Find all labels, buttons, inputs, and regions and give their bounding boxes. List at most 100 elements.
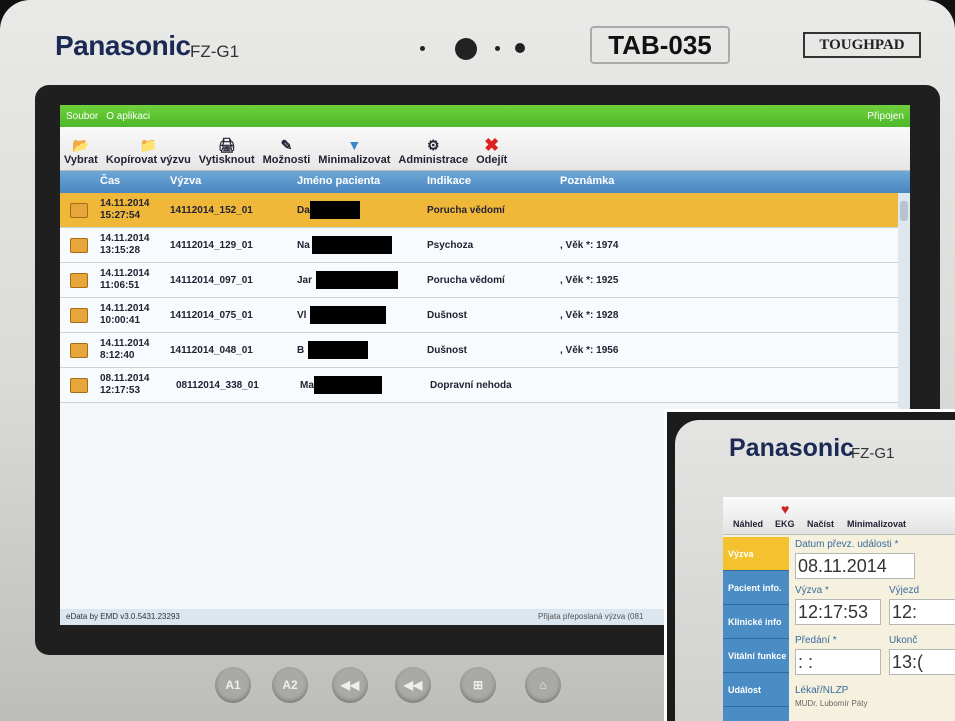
row-patient: Da — [297, 205, 310, 216]
row-datetime: 14.11.2014 15:27:54 — [100, 198, 150, 221]
row-indication: Dopravní nehoda — [430, 380, 512, 391]
copy-call-button[interactable]: 📁 Kopírovat výzvu — [106, 136, 191, 166]
admin-button[interactable]: ⚙ Administrace — [398, 136, 468, 166]
table-row[interactable]: 14.11.2014 15:27:54 14112014_152_01 Da Po… — [60, 193, 900, 228]
col-indication[interactable]: Indikace — [427, 175, 471, 187]
version-label: eData by EMD v3.0.5431.23293 — [66, 612, 180, 621]
menu-about[interactable]: O aplikaci — [106, 111, 150, 122]
folder-icon — [70, 343, 88, 358]
doctor-label: Lékař/NLZP — [795, 685, 849, 696]
inset-toolbar: Náhled EKG ♥ Načíst Minimalizovat — [723, 497, 955, 535]
minimize-icon: ▼ — [347, 137, 362, 153]
model-label: FZ-G1 — [190, 42, 240, 61]
call-time-label: Výzva * — [795, 585, 829, 596]
row-patient: Ma — [300, 380, 314, 391]
options-button[interactable]: ✎ Možnosti — [263, 136, 311, 166]
call-time-field[interactable]: 12:17:53 — [795, 599, 881, 625]
row-datetime: 14.11.2014 13:15:28 — [100, 233, 150, 256]
row-note: , Věk *: 1928 — [560, 310, 619, 321]
row-datetime: 14.11.2014 8:12:40 — [100, 338, 150, 361]
printer-icon: 🖨 — [217, 137, 236, 153]
exit-button[interactable]: ✖ Odejít — [476, 136, 507, 166]
sidebar-item-clinical[interactable]: Klinické info — [723, 605, 789, 639]
folder-icon: 📂 — [72, 137, 90, 153]
end-label: Ukonč — [889, 635, 918, 646]
brand-logo: Panasonic — [55, 30, 191, 61]
col-call[interactable]: Výzva — [170, 175, 201, 187]
row-patient: Vl — [297, 310, 307, 321]
volume-down-icon[interactable]: ◀◀ — [395, 667, 431, 703]
inset-sidebar: Výzva Pacient info. Klinické info Vitáln… — [723, 537, 789, 721]
col-time[interactable]: Čas — [100, 175, 120, 187]
handover-label: Předání * — [795, 635, 837, 646]
sidebar-item-event[interactable]: Událost — [723, 673, 789, 707]
sidebar-item-call[interactable]: Výzva — [723, 537, 789, 571]
row-call: 14112014_075_01 — [170, 310, 253, 321]
row-note: , Věk *: 1974 — [560, 240, 619, 251]
row-patient: B — [297, 345, 305, 356]
row-indication: Porucha vědomí — [427, 275, 505, 286]
sensor-icon — [515, 43, 525, 53]
select-button[interactable]: 📂 Vybrat — [64, 136, 98, 166]
inset-photo: Panasonic FZ-G1 Náhled EKG ♥ Načíst Mini… — [664, 409, 955, 721]
volume-up-icon[interactable]: ◀◀ — [332, 667, 368, 703]
hw-button-a1[interactable]: A1 — [215, 667, 251, 703]
ekg-button[interactable]: EKG — [775, 519, 795, 529]
departure-label: Výjezd — [889, 585, 920, 596]
minimize-button[interactable]: ▼ Minimalizovat — [318, 136, 390, 166]
folder-icon — [70, 273, 88, 288]
asset-tag: TAB-035 — [590, 26, 730, 64]
toolbar: 📂 Vybrat 📁 Kopírovat výzvu 🖨 Vytisknout ✎ Mo… — [60, 127, 910, 171]
load-button[interactable]: Načíst — [807, 519, 834, 529]
row-datetime: 14.11.2014 10:00:41 — [100, 303, 150, 326]
sidebar-item-vitals[interactable]: Vitální funkce — [723, 639, 789, 673]
redaction-bar — [310, 306, 386, 324]
col-patient[interactable]: Jméno pacienta — [297, 175, 380, 187]
redaction-bar — [310, 201, 360, 219]
hw-button-a2[interactable]: A2 — [272, 667, 308, 703]
table-row[interactable]: 14.11.2014 10:00:41 14112014_075_01 Vl Du… — [60, 298, 900, 333]
inset-brand-logo: Panasonic — [729, 434, 855, 462]
table-row[interactable]: 14.11.2014 11:06:51 14112014_097_01 Jar P… — [60, 263, 900, 298]
row-call: 08112014_338_01 — [176, 380, 259, 391]
print-button[interactable]: 🖨 Vytisknout — [199, 136, 255, 166]
folder-icon — [70, 378, 88, 393]
inset-app-window: Náhled EKG ♥ Načíst Minimalizovat Výzva … — [723, 497, 955, 721]
doctor-field[interactable]: MUDr. Lubomír Páty — [795, 699, 867, 708]
windows-icon[interactable]: ⊞ — [460, 667, 496, 703]
col-note[interactable]: Poznámka — [560, 175, 614, 187]
scrollbar-thumb[interactable] — [900, 201, 908, 221]
row-call: 14112014_097_01 — [170, 275, 253, 286]
admin-icon: ⚙ — [426, 137, 440, 153]
row-indication: Psychoza — [427, 240, 474, 251]
options-icon: ✎ — [280, 137, 293, 153]
inset-minimize-button[interactable]: Minimalizovat — [847, 519, 906, 529]
row-indication: Porucha vědomí — [427, 205, 505, 216]
sidebar-item-patient[interactable]: Pacient info. — [723, 571, 789, 605]
departure-field[interactable]: 12: — [889, 599, 955, 625]
exit-icon: ✖ — [484, 135, 500, 155]
end-field[interactable]: 13:( — [889, 649, 955, 675]
heart-icon: ♥ — [781, 501, 790, 517]
preview-button[interactable]: Náhled — [733, 519, 763, 529]
row-datetime: 14.11.2014 11:06:51 — [100, 268, 150, 291]
table-row[interactable]: 14.11.2014 13:15:28 14112014_129_01 Na Ps… — [60, 228, 900, 263]
sensor-icon — [420, 46, 425, 51]
menu-file[interactable]: Soubor — [66, 111, 98, 122]
camera-button-icon[interactable]: ⌂ — [525, 667, 561, 703]
camera-icon — [455, 38, 477, 60]
row-datetime: 08.11.2014 12:17:53 — [100, 373, 150, 396]
inset-form: Datum převz. události * 08.11.2014 Výzva… — [795, 537, 955, 721]
row-patient: Jar — [297, 275, 313, 286]
notification-message[interactable]: Přijata přeposlaná výzva (081 — [538, 612, 643, 621]
folder-icon — [70, 203, 88, 218]
date-field[interactable]: 08.11.2014 — [795, 553, 915, 579]
row-call: 14112014_048_01 — [170, 345, 253, 356]
table-row[interactable]: 14.11.2014 8:12:40 14112014_048_01 B Dušn… — [60, 333, 900, 368]
row-patient: Na — [297, 240, 310, 251]
table-row[interactable]: 08.11.2014 12:17:53 08112014_338_01 Ma Do… — [60, 368, 900, 403]
handover-field[interactable]: : : — [795, 649, 881, 675]
sensor-icon — [495, 46, 500, 51]
row-indication: Dušnost — [427, 345, 467, 356]
date-label: Datum převz. události * — [795, 539, 899, 550]
